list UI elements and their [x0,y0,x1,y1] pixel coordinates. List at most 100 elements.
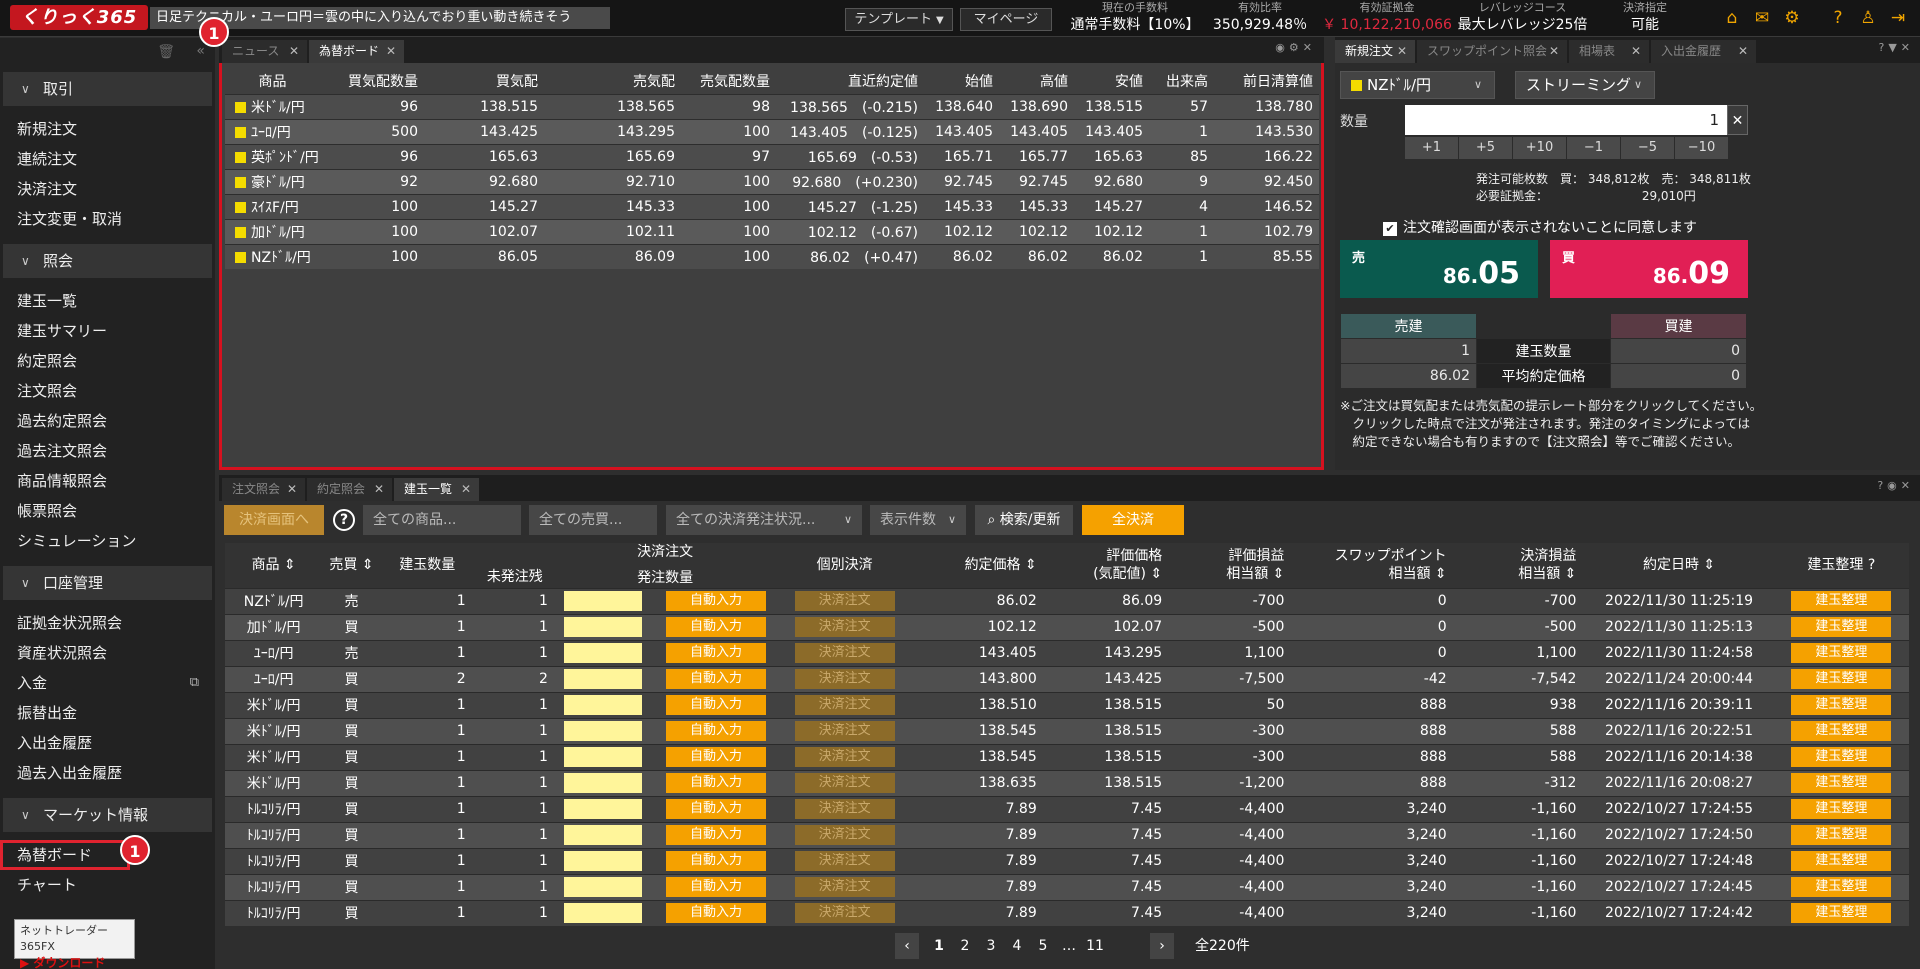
tab-news[interactable]: ニュース ✕ [222,40,307,63]
sidebar-item-positions[interactable]: 建玉一覧 [0,286,215,316]
section-trade[interactable]: ∨ 取引 [3,72,212,106]
bid-rate[interactable]: 145.27 [424,193,544,219]
settle-order-button[interactable]: 決済注文 [794,591,895,611]
ask-rate[interactable]: 102.11 [544,218,681,244]
sidebar-item-asset-status[interactable]: 資産状況照会 [0,638,215,668]
auto-input-button[interactable]: 自動入力 [666,643,766,663]
close-icon[interactable]: ✕ [1901,479,1914,492]
sidebar-item-deposit[interactable]: 入金 ⧉ [0,668,215,698]
close-icon[interactable]: ✕ [1901,41,1914,54]
settle-order-button[interactable]: 決済注文 [794,617,895,637]
ask-rate[interactable]: 138.565 [544,93,681,119]
settle-order-button[interactable]: 決済注文 [794,669,895,689]
col-eval-pl[interactable]: 評価損益 相当額 ⇕ [1170,543,1293,588]
home-icon[interactable]: ⌂ [1722,8,1742,28]
chevron-down-icon[interactable]: ▼ [1888,41,1900,54]
next-page-icon[interactable]: › [1150,933,1174,959]
settle-order-button[interactable]: 決済注文 [794,721,895,741]
arrange-button[interactable]: 建玉整理 [1791,591,1892,611]
logo[interactable]: くりっく365 [10,5,148,30]
order-qty-input[interactable] [563,695,642,715]
arrange-button[interactable]: 建玉整理 [1791,695,1892,715]
settle-order-button[interactable]: 決済注文 [794,877,895,897]
settings-icon[interactable]: ⚙ [1289,41,1303,54]
tab-swap-point[interactable]: スワップポイント照会 ✕ [1417,40,1567,63]
page-link[interactable]: 4 [1005,933,1029,959]
auto-input-button[interactable]: 自動入力 [666,695,766,715]
auto-input-button[interactable]: 自動入力 [666,747,766,767]
bid-rate[interactable]: 102.07 [424,218,544,244]
sell-button[interactable]: 売 86.05 [1340,240,1538,298]
order-qty-input[interactable] [563,825,642,845]
template-dropdown[interactable]: テンプレート ▼ [845,8,953,31]
arrange-button[interactable]: 建玉整理 [1791,877,1892,897]
order-qty-input[interactable] [563,773,642,793]
settle-order-button[interactable]: 決済注文 [794,903,895,924]
prev-page-icon[interactable]: ‹ [895,933,919,959]
arrange-button[interactable]: 建玉整理 [1791,799,1892,819]
sidebar-item-continuous-order[interactable]: 連続注文 [0,144,215,174]
qty-minus1-button[interactable]: −1 [1567,137,1621,159]
qty-plus1-button[interactable]: +1 [1405,137,1459,159]
arrange-button[interactable]: 建玉整理 [1791,851,1892,871]
close-icon[interactable]: ✕ [1303,41,1316,54]
section-market[interactable]: ∨ マーケット情報 [3,798,212,832]
trash-icon[interactable]: 🗑 [157,44,175,60]
settle-status-filter[interactable]: 全ての決済発注状況... ∨ [666,505,862,535]
sidebar-item-past-cash-history[interactable]: 過去入出金履歴 [0,758,215,788]
gear-icon[interactable]: ⚙ [1782,8,1802,28]
qty-minus10-button[interactable]: −10 [1675,137,1729,159]
order-qty-input[interactable] [563,799,642,819]
sidebar-item-modify-cancel[interactable]: 注文変更・取消 [0,204,215,234]
tab-order-inquiry[interactable]: 注文照会 ✕ [222,478,305,501]
tab-rate-table[interactable]: 相場表 ✕ [1569,40,1649,63]
order-qty-input[interactable] [563,643,642,663]
col-settle-pl[interactable]: 決済損益 相当額 ⇕ [1454,543,1585,588]
col-side[interactable]: 売買 ⇕ [322,543,381,588]
sidebar-item-fx-board[interactable]: 為替ボード [0,840,130,870]
qty-plus5-button[interactable]: +5 [1459,137,1513,159]
close-icon[interactable]: ✕ [1397,40,1407,63]
confirm-skip-checkbox[interactable]: ✔ 注文確認画面が表示されないことに同意します [1383,217,1697,237]
close-icon[interactable]: ✕ [1631,40,1641,63]
help-icon[interactable]: ? [1868,557,1875,573]
auto-input-button[interactable]: 自動入力 [666,773,766,793]
page-link[interactable]: 11 [1083,933,1107,959]
arrange-button[interactable]: 建玉整理 [1791,643,1892,663]
collapse-icon[interactable]: « [196,43,205,59]
sidebar-item-product-info[interactable]: 商品情報照会 [0,466,215,496]
ask-rate[interactable]: 143.295 [544,118,681,144]
tab-new-order[interactable]: 新規注文 ✕ [1335,40,1415,63]
settle-order-button[interactable]: 決済注文 [794,747,895,767]
help-icon[interactable]: ? [1878,41,1888,54]
mode-select[interactable]: ストリーミング ∨ [1515,71,1655,99]
arrange-button[interactable]: 建玉整理 [1791,669,1892,689]
pair-select[interactable]: NZﾄﾞﾙ/円 ∨ [1340,71,1495,99]
auto-input-button[interactable]: 自動入力 [666,591,766,611]
qty-input[interactable]: 1 [1405,105,1727,135]
page-link[interactable]: 1 [927,933,951,959]
sidebar-item-simulation[interactable]: シミュレーション [0,526,215,556]
sidebar-item-position-summary[interactable]: 建玉サマリー [0,316,215,346]
arrange-button[interactable]: 建玉整理 [1791,825,1892,845]
auto-input-button[interactable]: 自動入力 [666,669,766,689]
auto-input-button[interactable]: 自動入力 [666,903,766,924]
section-account[interactable]: ∨ 口座管理 [3,566,212,600]
order-qty-input[interactable] [563,591,642,611]
close-icon[interactable]: ✕ [374,478,384,501]
tab-execution-inquiry[interactable]: 約定照会 ✕ [307,478,392,501]
sidebar-item-executions[interactable]: 約定照会 [0,346,215,376]
auto-input-button[interactable]: 自動入力 [666,799,766,819]
col-swap[interactable]: スワップポイント 相当額 ⇕ [1292,543,1455,588]
tab-fx-board[interactable]: 為替ボード ✕ [309,40,404,63]
help-icon[interactable]: ? [333,509,355,531]
sidebar-item-margin-status[interactable]: 証拠金状況照会 [0,608,215,638]
help-icon[interactable]: ? [1877,479,1887,492]
sidebar-item-past-orders[interactable]: 過去注文照会 [0,436,215,466]
download-banner[interactable]: ネットトレーダー365FX ▶ ダウンロード [14,919,135,969]
close-icon[interactable]: ✕ [1549,40,1559,63]
ask-rate[interactable]: 86.09 [544,243,681,269]
settle-all-button[interactable]: 全決済 [1082,505,1184,535]
order-qty-input[interactable] [563,721,642,741]
bid-rate[interactable]: 165.63 [424,143,544,169]
